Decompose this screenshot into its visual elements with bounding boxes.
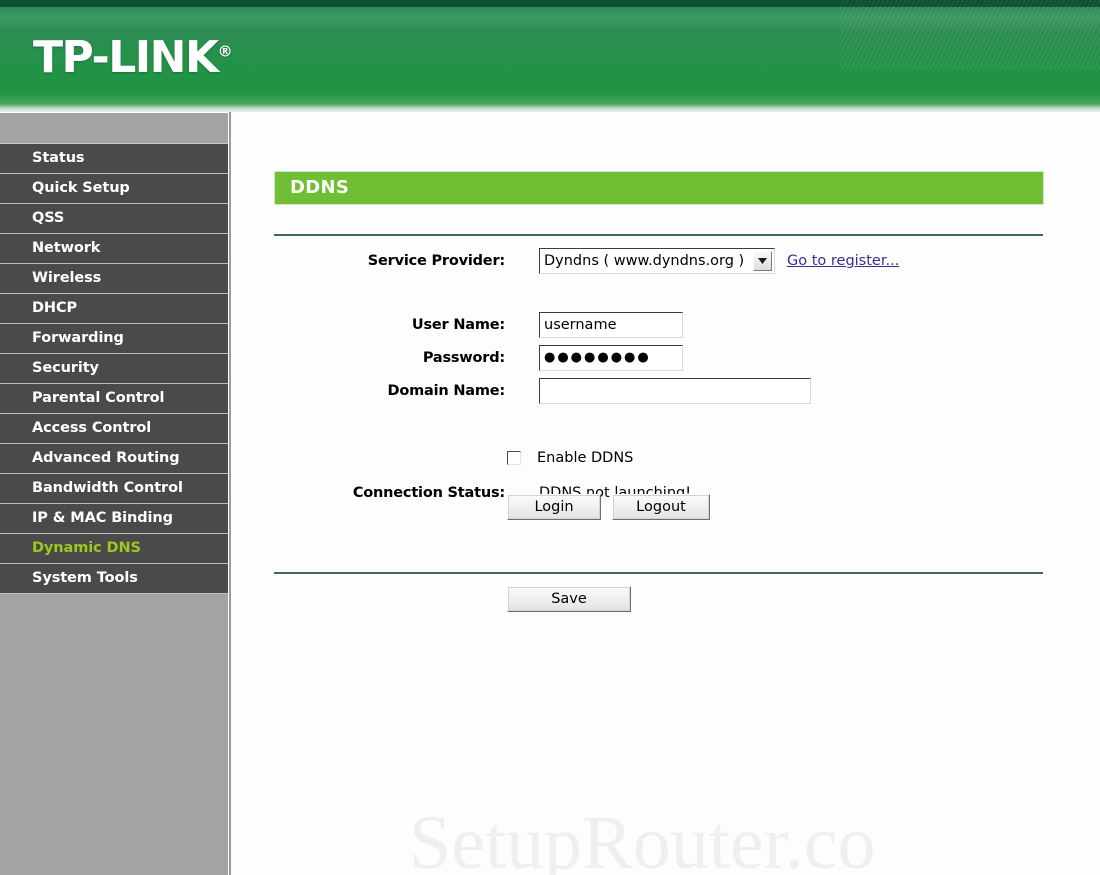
sidebar-item-label: Bandwidth Control	[32, 480, 183, 496]
connection-status-label: Connection Status:	[352, 485, 505, 501]
sidebar-item-label: Network	[32, 240, 101, 256]
sidebar-item-label: QSS	[32, 210, 65, 226]
enable-ddns-row: Enable DDNS	[507, 450, 633, 466]
header-top-accent	[0, 0, 1100, 7]
sidebar-item-label: Parental Control	[32, 390, 165, 406]
go-to-register-link[interactable]: Go to register...	[787, 253, 899, 269]
page-title: DDNS	[290, 177, 350, 198]
sidebar-item-label: Quick Setup	[32, 180, 130, 196]
main-content: SetupRouter.co DDNS Service Provider: Dy…	[229, 112, 1100, 875]
sidebar-item-ip-mac-binding[interactable]: IP & MAC Binding	[0, 504, 228, 534]
sidebar-item-label: Advanced Routing	[32, 450, 180, 466]
sidebar-item-label: Security	[32, 360, 99, 376]
enable-ddns-checkbox[interactable]	[507, 451, 521, 465]
domain-name-input[interactable]	[539, 378, 811, 404]
sidebar-item-label: IP & MAC Binding	[32, 510, 173, 526]
sidebar-item-label: Wireless	[32, 270, 102, 286]
user-name-label: User Name:	[411, 317, 505, 333]
service-provider-row: Service Provider: Dyndns ( www.dyndns.or…	[275, 248, 1044, 274]
header-diagonal-pattern	[840, 0, 1100, 70]
user-name-input[interactable]: username	[539, 312, 683, 338]
sidebar-item-bandwidth-control[interactable]: Bandwidth Control	[0, 474, 228, 504]
service-provider-value: Dyndns ( www.dyndns.org )	[544, 253, 745, 269]
content-inner: SetupRouter.co DDNS Service Provider: Dy…	[231, 112, 1100, 875]
password-input[interactable]: ●●●●●●●●	[539, 345, 683, 371]
tp-link-logo: TP-LINK®	[33, 36, 233, 80]
login-button[interactable]: Login	[507, 494, 601, 520]
sidebar-item-label: Status	[32, 150, 85, 166]
sidebar-item-system-tools[interactable]: System Tools	[0, 564, 228, 594]
sidebar-nav: Status Quick Setup QSS Network Wireless …	[0, 112, 228, 875]
domain-name-row: Domain Name:	[275, 378, 1044, 404]
service-provider-label: Service Provider:	[367, 253, 505, 269]
sidebar-item-quick-setup[interactable]: Quick Setup	[0, 174, 228, 204]
sidebar-item-wireless[interactable]: Wireless	[0, 264, 228, 294]
sidebar-item-network[interactable]: Network	[0, 234, 228, 264]
sidebar-item-access-control[interactable]: Access Control	[0, 414, 228, 444]
save-button[interactable]: Save	[507, 586, 631, 612]
sidebar-item-label: Access Control	[32, 420, 152, 436]
sidebar-item-forwarding[interactable]: Forwarding	[0, 324, 228, 354]
divider-bottom	[274, 572, 1043, 574]
enable-ddns-label: Enable DDNS	[537, 450, 634, 466]
sidebar-item-advanced-routing[interactable]: Advanced Routing	[0, 444, 228, 474]
domain-name-label: Domain Name:	[387, 383, 506, 399]
sidebar-item-parental-control[interactable]: Parental Control	[0, 384, 228, 414]
service-provider-select[interactable]: Dyndns ( www.dyndns.org )	[539, 248, 775, 274]
registered-mark-icon: ®	[217, 42, 233, 61]
sidebar-item-dynamic-dns[interactable]: Dynamic DNS	[0, 534, 228, 564]
sidebar-item-security[interactable]: Security	[0, 354, 228, 384]
sidebar-menu: Status Quick Setup QSS Network Wireless …	[0, 143, 228, 594]
sidebar-item-label: DHCP	[32, 300, 78, 316]
sidebar-item-status[interactable]: Status	[0, 144, 228, 174]
sidebar-item-qss[interactable]: QSS	[0, 204, 228, 234]
chevron-down-icon[interactable]	[753, 251, 772, 271]
sidebar-item-dhcp[interactable]: DHCP	[0, 294, 228, 324]
sidebar-item-label: Forwarding	[32, 330, 124, 346]
divider-top	[274, 234, 1043, 236]
user-name-row: User Name: username	[275, 312, 1044, 338]
sidebar-item-label: System Tools	[32, 570, 138, 586]
sidebar-item-label: Dynamic DNS	[32, 540, 141, 556]
password-row: Password: ●●●●●●●●	[275, 345, 1044, 371]
password-label: Password:	[422, 350, 505, 366]
tp-link-logo-text: TP-LINK	[33, 32, 219, 83]
sidebar-top-spacer	[0, 113, 228, 143]
page-title-bar: DDNS	[275, 172, 1043, 204]
page-header: TP-LINK®	[0, 0, 1100, 112]
logout-button[interactable]: Logout	[612, 494, 710, 520]
watermark-text: SetupRouter.co	[409, 801, 876, 875]
router-admin-page: TP-LINK® Status Quick Setup QSS Network …	[0, 0, 1100, 875]
